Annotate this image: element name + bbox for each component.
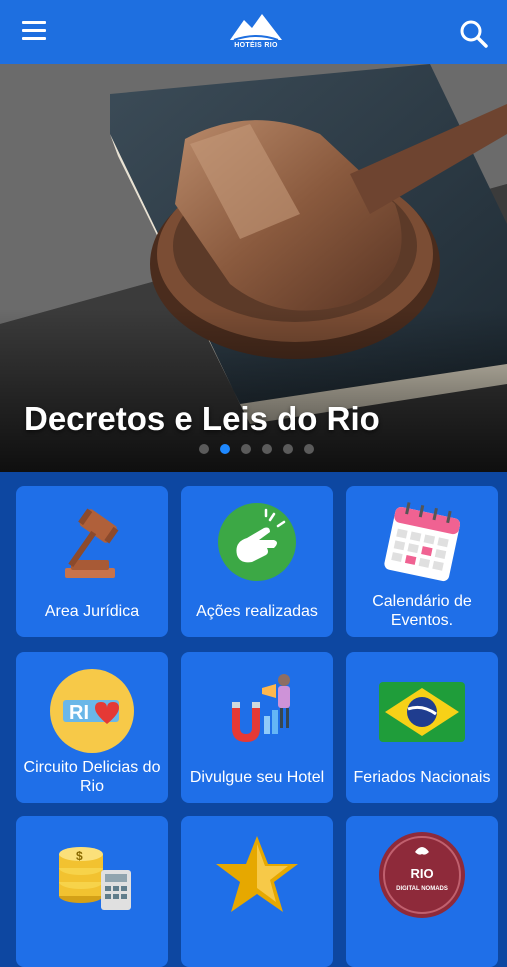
hand-snap-icon [218, 503, 296, 581]
tile-label: Calendário de Eventos. [372, 593, 472, 629]
hoteis-rio-logo: HOTÉIS RIO [226, 10, 286, 56]
tile-label: Feriados Nacionais [353, 768, 491, 786]
nomads-rio-text: RIO [410, 866, 433, 881]
tile-label [350, 920, 494, 962]
tile-area-juridica[interactable]: Area Jurídica [16, 486, 168, 637]
carousel-dot[interactable] [241, 444, 251, 454]
tile-acoes-realizadas[interactable]: Ações realizadas [181, 486, 333, 637]
tile-label [20, 920, 164, 962]
brazil-flag-icon [379, 682, 465, 742]
carousel-dot[interactable] [199, 444, 209, 454]
svg-text:$: $ [76, 849, 83, 863]
carousel-dot[interactable] [283, 444, 293, 454]
rio-badge-text: RI [69, 702, 89, 724]
search-icon[interactable] [458, 18, 490, 50]
rio-heart-badge-icon: RI [50, 669, 134, 753]
gold-star-icon [216, 836, 298, 912]
menu-grid: Area Jurídica Ações realizadas Calendári… [0, 472, 507, 967]
carousel-dot[interactable] [304, 444, 314, 454]
logo-text: HOTÉIS RIO [234, 42, 278, 49]
tile-circuito-delicias[interactable]: RI Circuito Delicias do Rio [16, 652, 168, 803]
hero-title: Decretos e Leis do Rio [24, 400, 380, 437]
tile-calendario-eventos[interactable]: Calendário de Eventos. [346, 486, 498, 637]
tile-financeiro[interactable]: $ [16, 816, 168, 967]
app-header: HOTÉIS RIO [0, 0, 507, 64]
megaphone-magnet-icon [232, 674, 290, 742]
coins-calculator-icon: $ [59, 847, 131, 910]
tile-divulgue-hotel[interactable]: Divulgue seu Hotel [181, 652, 333, 803]
tile-destaques[interactable] [181, 816, 333, 967]
carousel-dot-active[interactable] [220, 444, 230, 454]
tile-label: Divulgue seu Hotel [189, 768, 325, 786]
tile-label: Area Jurídica [44, 602, 140, 620]
gavel-icon [65, 508, 119, 578]
tile-label: Ações realizadas [196, 602, 318, 620]
hamburger-menu-icon[interactable] [22, 21, 52, 45]
mountain-logo-icon [230, 14, 282, 41]
carousel-dot[interactable] [262, 444, 272, 454]
hero-carousel[interactable]: Decretos e Leis do Rio [0, 64, 507, 472]
calendar-icon [384, 502, 461, 582]
rio-digital-nomads-icon: RIO DIGITAL NOMADS [379, 832, 465, 918]
tile-feriados-nacionais[interactable]: Feriados Nacionais [346, 652, 498, 803]
nomads-sub-text: DIGITAL NOMADS [396, 886, 448, 892]
tile-label [185, 920, 329, 962]
tile-label: Circuito Delicias do Rio [23, 759, 161, 795]
tile-digital-nomads[interactable]: RIO DIGITAL NOMADS [346, 816, 498, 967]
